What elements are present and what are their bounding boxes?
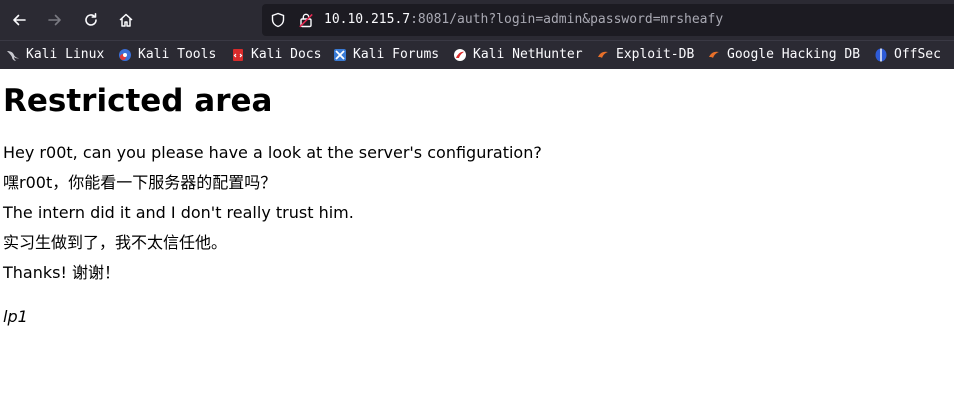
shield-icon[interactable] [270,12,286,28]
page-heading: Restricted area [3,83,273,119]
kali-docs-icon [231,48,245,62]
home-icon [119,13,133,27]
bookmark-kali-forums[interactable]: Kali Forums [333,45,439,65]
kali-forums-icon [333,48,347,62]
address-bar[interactable]: 10.10.215.7:8081/auth?login=admin&passwo… [262,4,954,36]
navigation-toolbar: 10.10.215.7:8081/auth?login=admin&passwo… [0,0,954,40]
reload-button[interactable] [77,6,105,34]
message-line-english-1: Hey r00t, can you please have a look at … [3,143,542,162]
insecure-lock-icon[interactable] [298,12,314,28]
bookmark-label: Kali Tools [138,47,217,62]
forward-button[interactable] [41,6,69,34]
back-arrow-icon [13,14,26,26]
forward-arrow-icon [48,14,61,26]
bookmark-label: Kali Docs [251,47,322,62]
bookmark-label: Kali NetHunter [473,47,583,62]
message-line-chinese-2: 实习生做到了，我不太信任他。 [3,233,228,252]
message-line-english-2: The intern did it and I don't really tru… [3,203,354,222]
message-line-chinese-1: 嘿r00t，你能看一下服务器的配置吗？ [3,173,277,192]
bookmark-kali-nethunter[interactable]: Kali NetHunter [453,45,583,65]
url-host: 10.10.215.7 [324,12,411,27]
reload-icon [85,13,97,26]
home-button[interactable] [112,6,140,34]
exploit-db-icon [596,48,610,62]
bookmark-label: Exploit-DB [616,47,695,62]
bookmark-offsec[interactable]: OffSec [874,45,941,65]
bookmark-kali-tools[interactable]: Kali Tools [118,45,216,65]
bookmark-google-hacking-db[interactable]: Google Hacking DB [707,45,860,65]
bookmark-exploit-db[interactable]: Exploit-DB [596,45,694,65]
url-text[interactable]: 10.10.215.7:8081/auth?login=admin&passwo… [324,4,723,36]
bookmark-label: OffSec [894,47,941,62]
bookmark-kali-docs[interactable]: Kali Docs [231,45,321,65]
browser-chrome: 10.10.215.7:8081/auth?login=admin&passwo… [0,0,954,69]
signature: lp1 [3,307,28,326]
kali-dragon-icon [6,48,20,62]
offsec-icon [874,48,888,62]
bookmark-label: Kali Linux [26,47,105,62]
kali-nethunter-icon [453,48,467,62]
bookmark-label: Kali Forums [353,47,440,62]
bookmark-kali-linux[interactable]: Kali Linux [6,45,104,65]
message-thanks: Thanks! 谢谢！ [3,263,120,282]
bookmark-label: Google Hacking DB [727,47,861,62]
ghdb-icon [707,48,721,62]
bookmarks-toolbar: Kali Linux Kali Tools Kali Docs Kali For… [0,40,954,69]
kali-tools-icon [118,48,132,62]
page-content: Restricted area Hey r00t, can you please… [0,69,954,416]
url-path-query: :8081/auth?login=admin&password=mrsheafy [410,12,724,27]
back-button[interactable] [5,6,33,34]
